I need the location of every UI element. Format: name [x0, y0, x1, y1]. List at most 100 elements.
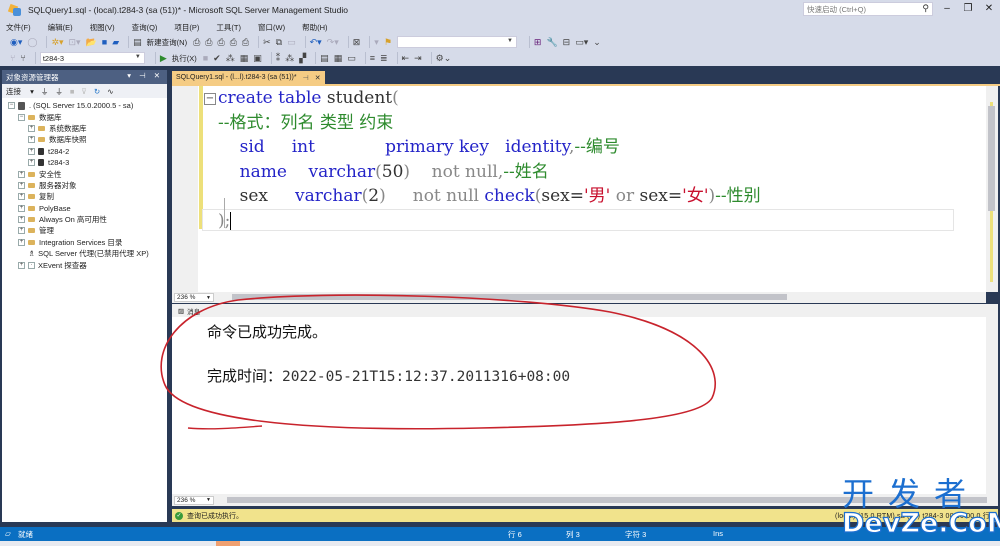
- new-query-button[interactable]: 新建查询(N): [147, 37, 187, 48]
- panel-controls[interactable]: ▾ ⊣ ✕: [127, 71, 163, 80]
- close-button[interactable]: ✕: [982, 3, 996, 14]
- menu-file[interactable]: 文件(F): [6, 22, 31, 33]
- close-tab-icon[interactable]: ✕: [315, 74, 321, 82]
- query-options-icon[interactable]: ▦: [240, 53, 249, 64]
- parse-icon[interactable]: ✔: [213, 53, 221, 64]
- tree-node[interactable]: + 系统数据库: [2, 123, 167, 134]
- expand-icon[interactable]: +: [18, 204, 25, 212]
- expand-icon[interactable]: +: [28, 147, 35, 155]
- execute-button[interactable]: 执行(X): [172, 53, 197, 64]
- db-engine-query-icon[interactable]: ⎙: [193, 37, 200, 48]
- tree-node[interactable]: + 数据库快照: [2, 134, 167, 145]
- messages-tab[interactable]: ▨ 消息: [172, 304, 986, 317]
- dmx-query-icon[interactable]: ⎙: [218, 37, 225, 48]
- change-connection-icon[interactable]: ⑂: [20, 53, 25, 63]
- connect-icon[interactable]: ⑂: [10, 53, 15, 63]
- menu-window[interactable]: 窗口(W): [258, 22, 285, 33]
- expand-icon[interactable]: +: [18, 227, 25, 235]
- expand-icon[interactable]: +: [28, 124, 35, 132]
- paste-icon[interactable]: ▭: [287, 37, 296, 48]
- sql-cmd-icon[interactable]: ⊞: [534, 37, 542, 48]
- live-stats-icon[interactable]: ⁂: [285, 53, 294, 64]
- decrease-indent-icon[interactable]: ⇤: [402, 53, 410, 64]
- expand-icon[interactable]: +: [18, 181, 25, 189]
- actual-plan-icon[interactable]: ⁑: [276, 53, 281, 64]
- collapse-region-icon[interactable]: −: [204, 92, 216, 105]
- tree-node[interactable]: + Integration Services 目录: [2, 237, 167, 248]
- terminal-icon[interactable]: ▭▾: [575, 37, 588, 48]
- menu-view[interactable]: 视图(V): [90, 22, 115, 33]
- activity-monitor-icon[interactable]: ∿: [107, 87, 113, 96]
- database-select[interactable]: t284-3 ▼: [39, 52, 145, 64]
- connect-dropdown[interactable]: 连接 ▾: [6, 86, 34, 97]
- expand-icon[interactable]: +: [18, 170, 25, 178]
- editor-zoom-select[interactable]: 236 % ▼: [174, 293, 214, 302]
- tree-node[interactable]: + t284-3: [2, 157, 167, 168]
- disconnect-icon[interactable]: ⏚: [55, 86, 63, 97]
- toolbox-icon[interactable]: ⊟: [563, 37, 571, 48]
- editor-vertical-scrollbar[interactable]: [986, 86, 998, 292]
- tree-node[interactable]: + 安全性: [2, 168, 167, 179]
- specify-values-icon[interactable]: ⚙⌄: [436, 53, 452, 64]
- add-item-icon[interactable]: ⊡▾: [69, 37, 81, 48]
- expand-icon[interactable]: +: [18, 238, 25, 246]
- sql-editor[interactable]: − create table student(--格式：列名 类型 约束 sid …: [172, 86, 986, 292]
- back-icon[interactable]: ◉▾: [10, 37, 22, 48]
- expand-icon[interactable]: +: [18, 261, 25, 269]
- tree-node[interactable]: − 数据库: [2, 111, 167, 122]
- pin-icon[interactable]: ⊣: [303, 74, 309, 82]
- restore-button[interactable]: ❐: [961, 3, 975, 14]
- find-icon[interactable]: ⚑: [384, 37, 392, 48]
- results-to-grid-icon[interactable]: ▦: [334, 53, 343, 64]
- navigate-icon[interactable]: ⊠: [353, 37, 361, 48]
- uncomment-icon[interactable]: ≣: [380, 53, 388, 64]
- undo-icon[interactable]: ↶▾: [310, 37, 322, 48]
- expand-icon[interactable]: +: [28, 136, 35, 144]
- tree-node[interactable]: + · XEvent 探查器: [2, 259, 167, 270]
- scrollbar-thumb[interactable]: [988, 106, 995, 211]
- tree-node[interactable]: + 服务器对象: [2, 180, 167, 191]
- stop-icon[interactable]: ■: [70, 87, 75, 96]
- properties-wrench-icon[interactable]: 🔧: [546, 37, 557, 48]
- intellisense-icon[interactable]: ▣: [253, 53, 262, 64]
- copy-icon[interactable]: ⧉: [276, 37, 282, 48]
- collapse-icon[interactable]: −: [18, 113, 25, 121]
- tree-node[interactable]: + PolyBase: [2, 203, 167, 214]
- forward-icon[interactable]: ◯: [27, 37, 37, 48]
- solution-config-dropdown[interactable]: ▾: [374, 37, 379, 48]
- code-area[interactable]: − create table student(--格式：列名 类型 约束 sid …: [204, 86, 761, 233]
- redo-icon[interactable]: ↷▾: [327, 37, 339, 48]
- cut-icon[interactable]: ✂: [263, 37, 271, 48]
- toolbar-options-icon[interactable]: ⌄: [593, 37, 601, 48]
- increase-indent-icon[interactable]: ⇥: [414, 53, 422, 64]
- mdx-query-icon[interactable]: ⎙: [205, 37, 212, 48]
- tree-node[interactable]: + 复制: [2, 191, 167, 202]
- client-stats-icon[interactable]: ▞: [299, 53, 306, 64]
- menu-help[interactable]: 帮助(H): [302, 22, 327, 33]
- results-to-file-icon[interactable]: ▭: [347, 53, 356, 64]
- minimize-button[interactable]: ‒: [940, 3, 954, 14]
- results-to-text-icon[interactable]: ▤: [320, 53, 329, 64]
- menu-edit[interactable]: 编辑(E): [48, 22, 73, 33]
- tree-node[interactable]: + Always On 高可用性: [2, 214, 167, 225]
- horizontal-scrollbar-thumb[interactable]: [227, 497, 987, 503]
- comment-icon[interactable]: ≡: [370, 53, 375, 63]
- plug-icon[interactable]: ⏚: [41, 86, 49, 97]
- tree-node[interactable]: − . (SQL Server 15.0.2000.5 - sa): [2, 100, 167, 111]
- dax-query-icon[interactable]: ⎙: [242, 37, 249, 48]
- menu-query[interactable]: 查询(Q): [132, 22, 158, 33]
- xmla-query-icon[interactable]: ⎙: [230, 37, 237, 48]
- save-icon[interactable]: ■: [102, 37, 107, 47]
- horizontal-scrollbar-thumb[interactable]: [232, 294, 787, 300]
- tree-node[interactable]: + t284-2: [2, 146, 167, 157]
- expand-icon[interactable]: +: [28, 159, 35, 167]
- filter-icon[interactable]: ⊽: [81, 87, 87, 96]
- save-all-icon[interactable]: ▰: [112, 37, 119, 48]
- cancel-query-icon[interactable]: ■: [203, 53, 208, 63]
- menu-project[interactable]: 项目(P): [174, 22, 199, 33]
- menu-tools[interactable]: 工具(T): [216, 22, 241, 33]
- editor-tab-sqlquery1[interactable]: SQLQuery1.sql - (l...l).t284-3 (sa (51))…: [172, 71, 325, 84]
- results-zoom-select[interactable]: 236 % ▼: [174, 495, 214, 505]
- estimated-plan-icon[interactable]: ⁂: [226, 53, 235, 64]
- new-project-icon[interactable]: ✲▾: [51, 37, 63, 48]
